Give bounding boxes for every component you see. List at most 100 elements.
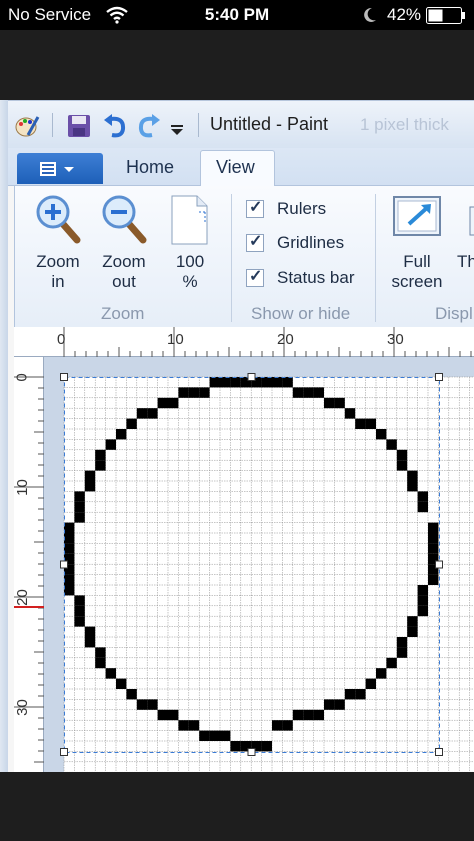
vertical-ruler: 0 10 20 30: [14, 357, 44, 772]
title-separator: [198, 113, 199, 137]
pixel: [74, 491, 85, 502]
pixel: [74, 616, 85, 627]
checkmark-icon: ✓: [249, 268, 263, 285]
pixel: [407, 616, 418, 627]
pixel: [417, 595, 428, 606]
paint-app-icon[interactable]: [14, 113, 40, 139]
pixel: [84, 626, 96, 637]
pixel: [303, 709, 314, 721]
pixel: [74, 605, 85, 617]
window-title: Untitled - Paint: [210, 114, 329, 134]
pixel: [64, 533, 75, 544]
pixel: [64, 522, 75, 533]
pixel: [428, 522, 439, 533]
canvas-area: 0 10 20 30 0 10 20 30: [14, 327, 474, 772]
zoom-out-label-2: out: [112, 272, 136, 291]
paint-window: Untitled - Paint 1 pixel thick Home View: [0, 100, 474, 772]
full-screen-label-1: Full: [403, 252, 431, 271]
pixel: [64, 543, 75, 554]
zoom-out-icon: [102, 195, 147, 244]
checkmark-icon: ✓: [249, 199, 263, 216]
pixel: [282, 377, 293, 388]
thumbnail-label: Th: [457, 252, 474, 271]
pixel: [417, 585, 428, 596]
ribbon-view-panel: Zoom in Zoom out 100 % Zoom ✓ Rulers ✓ G…: [14, 186, 474, 327]
drawing-canvas[interactable]: [44, 357, 474, 772]
resize-handle[interactable]: [435, 560, 443, 569]
pixel: [376, 668, 387, 679]
pixel: [220, 377, 231, 388]
gridlines-checkbox[interactable]: ✓: [246, 233, 264, 252]
group-separator: [375, 194, 376, 322]
resize-handle[interactable]: [435, 748, 443, 756]
h-ruler-label-30: 30: [387, 331, 404, 348]
pixel: [116, 678, 127, 689]
horizontal-ruler-ticks: [63, 327, 472, 357]
pixel: [272, 720, 283, 731]
pixel: [147, 699, 158, 710]
resize-handle[interactable]: [60, 560, 68, 569]
pixel: [105, 668, 116, 679]
background-ghost-text: 1 pixel thick: [360, 115, 449, 134]
zoom-in-button[interactable]: Zoom in: [27, 194, 83, 294]
status-bar-label: Status bar: [277, 268, 355, 287]
pixel: [126, 689, 137, 700]
pixel: [376, 429, 387, 440]
thumbnail-button-partial[interactable]: Th: [457, 194, 474, 294]
pixel: [417, 501, 428, 513]
pixel: [74, 595, 85, 606]
group-separator: [231, 194, 232, 322]
zoom-100-button[interactable]: 100 %: [165, 194, 215, 294]
v-ruler-label-20: 20: [14, 589, 31, 606]
redo-icon[interactable]: [136, 113, 162, 139]
window-frame-left: [0, 100, 8, 772]
pixel: [74, 501, 85, 513]
pixel: [178, 720, 189, 731]
zoom-in-label-1: Zoom: [36, 252, 80, 271]
status-bar-checkbox[interactable]: ✓: [246, 268, 264, 287]
pixel: [344, 408, 356, 419]
pixel: [199, 387, 210, 398]
pixel: [95, 647, 106, 658]
title-separator: [52, 113, 53, 137]
horizontal-ruler: 0 10 20 30: [14, 327, 474, 357]
resize-handle[interactable]: [60, 748, 68, 756]
tab-home[interactable]: Home: [126, 157, 174, 178]
zoom-100-label-2: %: [182, 272, 198, 291]
pixel: [147, 408, 158, 419]
pixel: [344, 689, 356, 700]
resize-handle[interactable]: [247, 373, 256, 381]
pixel: [95, 460, 106, 471]
top-dark-bar: [0, 30, 474, 100]
pixel: [157, 397, 168, 409]
gridlines-label: Gridlines: [277, 233, 345, 252]
save-icon[interactable]: [66, 113, 92, 139]
pixel: [282, 720, 293, 731]
resize-handle[interactable]: [247, 748, 256, 756]
pixel: [428, 533, 439, 544]
pixel: [417, 491, 428, 502]
tab-view[interactable]: View: [216, 157, 255, 178]
pixel: [126, 418, 137, 429]
pixel: [303, 387, 314, 398]
show-hide-group-label: Show or hide: [251, 304, 351, 323]
pixel: [365, 678, 376, 689]
undo-icon[interactable]: [102, 113, 128, 139]
pixel: [188, 387, 200, 398]
customize-qat-icon[interactable]: [168, 113, 186, 139]
file-menu-button[interactable]: [17, 153, 103, 184]
full-screen-button[interactable]: Full screen: [385, 194, 449, 294]
pixel: [209, 730, 220, 741]
ios-status-bar: No Service 5:40 PM 42%: [0, 0, 474, 30]
rulers-checkbox[interactable]: ✓: [246, 199, 264, 218]
moon-icon: [364, 7, 376, 22]
pixel: [168, 397, 179, 409]
pixel: [272, 377, 283, 388]
pixel: [64, 585, 75, 596]
thumbnail-icon: [469, 206, 474, 236]
h-ruler-label-10: 10: [167, 331, 184, 348]
resize-handle[interactable]: [435, 373, 443, 381]
resize-handle[interactable]: [60, 373, 68, 381]
zoom-out-button[interactable]: Zoom out: [95, 194, 151, 294]
pixel: [84, 637, 96, 648]
